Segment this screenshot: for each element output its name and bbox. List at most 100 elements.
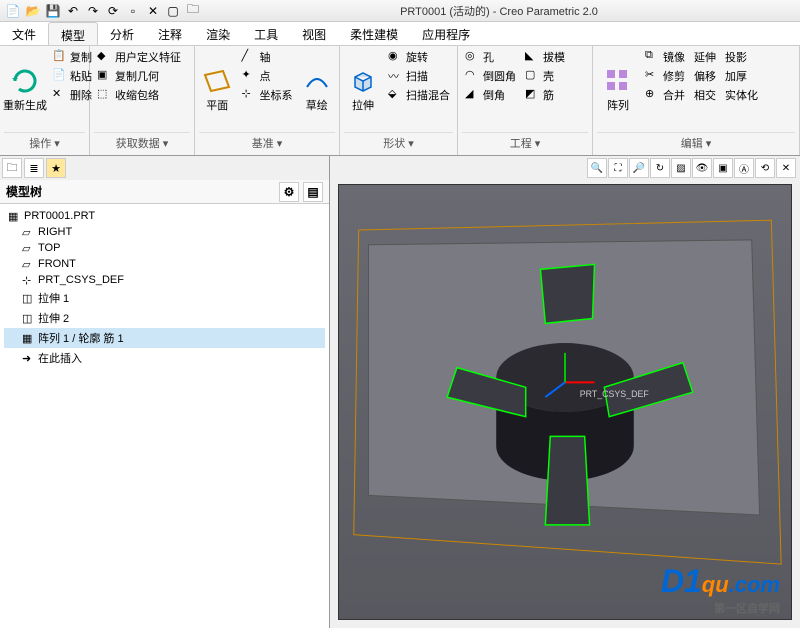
- menu-tools[interactable]: 工具: [242, 22, 290, 45]
- shrinkwrap-button[interactable]: ⬚收缩包络: [94, 86, 184, 104]
- folder-icon[interactable]: 🗀: [184, 2, 202, 20]
- menu-apps[interactable]: 应用程序: [410, 22, 482, 45]
- datum-display-icon[interactable]: ✕: [776, 158, 796, 178]
- chamfer-button[interactable]: ◢倒角: [462, 86, 519, 104]
- copy-icon: 📋: [52, 49, 68, 65]
- tree-show-icon[interactable]: ▤: [303, 182, 323, 202]
- copy-button[interactable]: 📋复制: [49, 48, 95, 66]
- sidebar-tabs: 🗀 ≣ ★: [0, 156, 329, 180]
- pattern-button[interactable]: 阵列: [597, 48, 639, 132]
- udf-button[interactable]: ◆用户定义特征: [94, 48, 184, 66]
- windows-icon[interactable]: ▫: [124, 2, 142, 20]
- tree-settings-icon[interactable]: ⚙: [279, 182, 299, 202]
- tree-item[interactable]: ◫拉伸 1: [4, 288, 325, 308]
- blend-icon: ⬙: [388, 87, 404, 103]
- menu-flex[interactable]: 柔性建模: [338, 22, 410, 45]
- tree-item[interactable]: ⊹PRT_CSYS_DEF: [4, 272, 325, 288]
- regen-icon[interactable]: ⟳: [104, 2, 122, 20]
- quick-access-toolbar: 📄 📂 💾 ↶ ↷ ⟳ ▫ ✕ ▢ 🗀: [4, 2, 202, 20]
- repaint-icon[interactable]: ↻: [650, 158, 670, 178]
- hole-icon: ◎: [465, 49, 481, 65]
- redo-icon[interactable]: ↷: [84, 2, 102, 20]
- tree-item[interactable]: ▦阵列 1 / 轮廓 筋 1: [4, 328, 325, 348]
- tree-item-label: FRONT: [38, 258, 76, 270]
- sweep-button[interactable]: 〰扫描: [385, 67, 453, 85]
- ribbon: 重新生成 📋复制 📄粘贴 ✕删除 操作 ▾ ◆用户定义特征 ▣复制几何 ⬚收缩包…: [0, 46, 800, 156]
- plane-button[interactable]: 平面: [199, 48, 236, 132]
- tree-item[interactable]: ▱RIGHT: [4, 224, 325, 240]
- save-icon[interactable]: 💾: [44, 2, 62, 20]
- pattern-icon: [604, 67, 632, 95]
- extrude-button[interactable]: 拉伸: [344, 48, 382, 132]
- tree-item[interactable]: ➜在此插入: [4, 348, 325, 368]
- delete-button[interactable]: ✕删除: [49, 86, 95, 104]
- saved-views-icon[interactable]: 👁: [692, 158, 712, 178]
- group-label-ops[interactable]: 操作 ▾: [4, 132, 85, 153]
- annotations-icon[interactable]: Ⓐ: [734, 158, 754, 178]
- offset-button[interactable]: 偏移: [691, 67, 719, 85]
- viewport[interactable]: 🔍 ⛶ 🔎 ↻ ▨ 👁 ▣ Ⓐ ⟲ ✕: [330, 156, 800, 628]
- extrude-icon: ◫: [22, 292, 34, 304]
- spin-icon[interactable]: ⟲: [755, 158, 775, 178]
- open-icon[interactable]: 📂: [24, 2, 42, 20]
- box-icon[interactable]: ▢: [164, 2, 182, 20]
- rib-icon: ◩: [525, 87, 541, 103]
- group-label-edit[interactable]: 编辑 ▾: [597, 132, 795, 153]
- menu-annotate[interactable]: 注释: [146, 22, 194, 45]
- round-button[interactable]: ◠倒圆角: [462, 67, 519, 85]
- sketch-button[interactable]: 草绘: [299, 48, 336, 132]
- zoom-fit-icon[interactable]: ⛶: [608, 158, 628, 178]
- 3d-canvas[interactable]: PRT_CSYS_DEF: [338, 184, 792, 620]
- menu-file[interactable]: 文件: [0, 22, 48, 45]
- zoom-out-icon[interactable]: 🔎: [629, 158, 649, 178]
- close-icon[interactable]: ✕: [144, 2, 162, 20]
- part-icon: ▦: [8, 210, 20, 222]
- extend-button[interactable]: 延伸: [691, 48, 719, 66]
- menu-view[interactable]: 视图: [290, 22, 338, 45]
- group-label-eng[interactable]: 工程 ▾: [462, 132, 588, 153]
- shell-button[interactable]: ▢壳: [522, 67, 568, 85]
- tree-item[interactable]: ▱TOP: [4, 240, 325, 256]
- draft-button[interactable]: ◣拔模: [522, 48, 568, 66]
- menu-render[interactable]: 渲染: [194, 22, 242, 45]
- merge-button[interactable]: ⊕合并: [642, 86, 688, 104]
- group-label-datum[interactable]: 基准 ▾: [199, 132, 335, 153]
- tree-item[interactable]: ◫拉伸 2: [4, 308, 325, 328]
- tab-favorites-icon[interactable]: ★: [46, 158, 66, 178]
- undo-icon[interactable]: ↶: [64, 2, 82, 20]
- tab-folder-icon[interactable]: 🗀: [2, 158, 22, 178]
- group-label-data[interactable]: 获取数据 ▾: [94, 132, 190, 153]
- rib-button[interactable]: ◩筋: [522, 86, 568, 104]
- menu-analysis[interactable]: 分析: [98, 22, 146, 45]
- tree-item[interactable]: ▦PRT0001.PRT: [4, 208, 325, 224]
- model-view: PRT_CSYS_DEF: [339, 185, 791, 619]
- tree-item[interactable]: ▱ FRONT: [4, 256, 325, 272]
- csys-button[interactable]: ⊹坐标系: [239, 86, 296, 104]
- solidify-button[interactable]: 实体化: [722, 86, 761, 104]
- regenerate-button[interactable]: 重新生成: [4, 48, 46, 132]
- copygeom-button[interactable]: ▣复制几何: [94, 67, 184, 85]
- axis-button[interactable]: ╱轴: [239, 48, 296, 66]
- mirror-button[interactable]: ⧉镜像: [642, 48, 688, 66]
- group-label-shape[interactable]: 形状 ▾: [344, 132, 453, 153]
- point-button[interactable]: ✦点: [239, 67, 296, 85]
- delete-icon: ✕: [52, 87, 68, 103]
- paste-button[interactable]: 📄粘贴: [49, 67, 95, 85]
- new-icon[interactable]: 📄: [4, 2, 22, 20]
- titlebar: 📄 📂 💾 ↶ ↷ ⟳ ▫ ✕ ▢ 🗀 PRT0001 (活动的) - Creo…: [0, 0, 800, 22]
- perspective-icon[interactable]: ▣: [713, 158, 733, 178]
- copygeom-icon: ▣: [97, 68, 113, 84]
- revolve-button[interactable]: ◉旋转: [385, 48, 453, 66]
- draft-icon: ◣: [525, 49, 541, 65]
- intersect-button[interactable]: 相交: [691, 86, 719, 104]
- menu-model[interactable]: 模型: [48, 22, 98, 45]
- hole-button[interactable]: ◎孔: [462, 48, 519, 66]
- blend-button[interactable]: ⬙扫描混合: [385, 86, 453, 104]
- zoom-in-icon[interactable]: 🔍: [587, 158, 607, 178]
- tab-layers-icon[interactable]: ≣: [24, 158, 44, 178]
- project-button[interactable]: 投影: [722, 48, 761, 66]
- trim-button[interactable]: ✂修剪: [642, 67, 688, 85]
- thicken-button[interactable]: 加厚: [722, 67, 761, 85]
- plane-icon: ▱: [22, 258, 34, 270]
- display-style-icon[interactable]: ▨: [671, 158, 691, 178]
